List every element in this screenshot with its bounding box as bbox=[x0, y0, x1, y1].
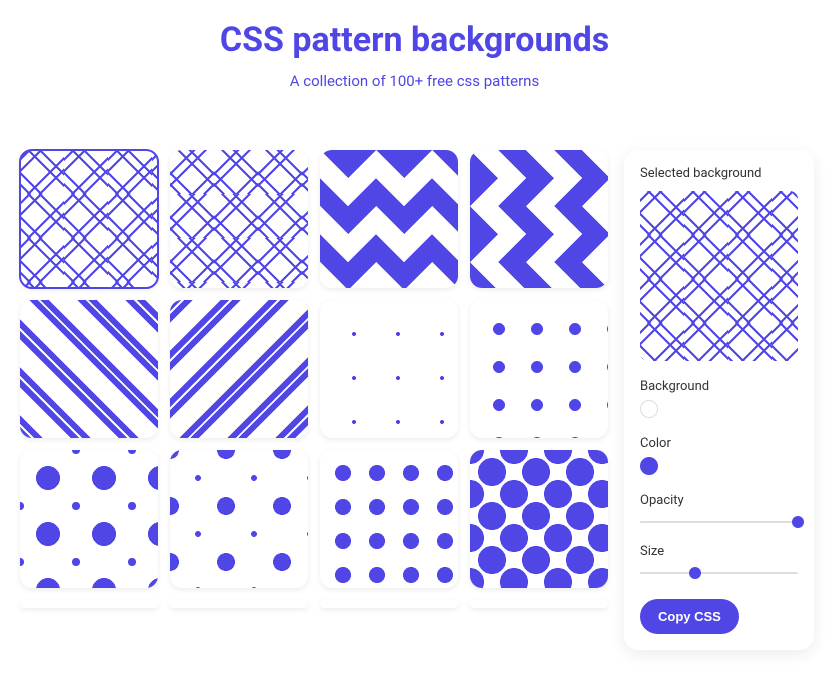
background-color-label: Background bbox=[640, 379, 798, 394]
opacity-label: Opacity bbox=[640, 493, 798, 508]
page-header: CSS pattern backgrounds A collection of … bbox=[20, 20, 809, 90]
pattern-tile-dots-varied-large-small[interactable] bbox=[20, 450, 158, 588]
background-color-swatch[interactable] bbox=[640, 400, 658, 418]
slider-track bbox=[640, 521, 798, 523]
pattern-tile-dots-varied-small-large[interactable] bbox=[170, 450, 308, 588]
page-title: CSS pattern backgrounds bbox=[20, 20, 809, 60]
opacity-slider[interactable] bbox=[640, 514, 798, 530]
pattern-preview bbox=[640, 191, 798, 361]
pattern-tile-partial[interactable] bbox=[470, 600, 608, 608]
pattern-tile-waves-diagonal-right[interactable] bbox=[170, 300, 308, 438]
pattern-grid bbox=[20, 150, 608, 608]
size-label: Size bbox=[640, 544, 798, 559]
pattern-tile-zigzag-solid-horizontal[interactable] bbox=[320, 150, 458, 288]
pattern-tile-dots-large-dense[interactable] bbox=[470, 450, 608, 588]
pattern-tile-dots-medium-grid[interactable] bbox=[320, 450, 458, 588]
foreground-color-swatch[interactable] bbox=[640, 457, 658, 475]
pattern-tile-partial[interactable] bbox=[20, 600, 158, 608]
options-panel: Selected background Background Color Opa… bbox=[624, 150, 814, 650]
pattern-tile-zigzag-solid-vertical[interactable] bbox=[470, 150, 608, 288]
pattern-tile-partial[interactable] bbox=[170, 600, 308, 608]
size-slider[interactable] bbox=[640, 565, 798, 581]
page-subtitle: A collection of 100+ free css patterns bbox=[20, 72, 809, 90]
slider-thumb[interactable] bbox=[792, 516, 804, 528]
slider-track bbox=[640, 572, 798, 574]
pattern-tile-dots-small[interactable] bbox=[470, 300, 608, 438]
pattern-tile-zigzag-outline-horizontal[interactable] bbox=[20, 150, 158, 288]
foreground-color-label: Color bbox=[640, 436, 798, 451]
slider-thumb[interactable] bbox=[689, 567, 701, 579]
selected-background-label: Selected background bbox=[640, 166, 798, 181]
copy-css-button[interactable]: Copy CSS bbox=[640, 599, 739, 634]
pattern-tile-partial[interactable] bbox=[320, 600, 458, 608]
pattern-tile-dots-tiny[interactable] bbox=[320, 300, 458, 438]
pattern-tile-zigzag-outline-vertical[interactable] bbox=[170, 150, 308, 288]
pattern-tile-waves-diagonal-left[interactable] bbox=[20, 300, 158, 438]
